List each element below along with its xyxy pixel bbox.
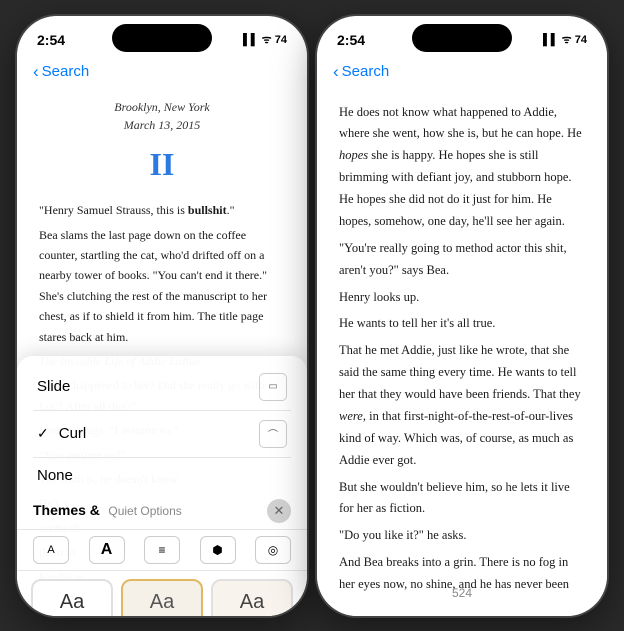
back-label-right: Search bbox=[342, 63, 390, 80]
chevron-right-icon: ‹ bbox=[333, 62, 339, 82]
font-bookmark-button[interactable]: ⬢ bbox=[200, 536, 236, 564]
slide-option-none[interactable]: None bbox=[33, 458, 291, 493]
book-location: Brooklyn, New York March 13, 2015 bbox=[39, 98, 285, 134]
nav-bar-left: ‹ Search bbox=[17, 54, 307, 90]
font-decrease-button[interactable]: A bbox=[33, 536, 69, 564]
check-icon: ✓ bbox=[37, 425, 49, 442]
font-list-button[interactable]: ≡ bbox=[144, 536, 180, 564]
rp-1: He does not know what happened to Addie,… bbox=[339, 102, 585, 233]
themes-subtitle: Quiet Options bbox=[108, 504, 181, 518]
back-label-left: Search bbox=[42, 63, 90, 80]
page-number: 524 bbox=[317, 586, 607, 600]
overlay-panel: Slide ▭ ✓ Curl ⌒ None bbox=[17, 356, 307, 616]
left-phone: 2:54 ▌▌ ᯤ 74 ‹ Search Brooklyn, New York… bbox=[17, 16, 307, 616]
right-phone: 2:54 ▌▌ ᯤ 74 ‹ Search He does not know w… bbox=[317, 16, 607, 616]
themes-header: Themes & Quiet Options ✕ bbox=[17, 493, 307, 530]
theme-original-aa: Aa bbox=[60, 591, 84, 614]
font-controls: A A ≡ ⬢ ◎ bbox=[17, 530, 307, 571]
rp-6: But she wouldn't believe him, so he lets… bbox=[339, 477, 585, 521]
none-label: None bbox=[37, 467, 73, 484]
slide-option-curl[interactable]: ✓ Curl ⌒ bbox=[33, 411, 291, 458]
book-content-right: He does not know what happened to Addie,… bbox=[317, 90, 607, 600]
slide-icon-slide: ▭ bbox=[259, 373, 287, 401]
nav-bar-right: ‹ Search bbox=[317, 54, 607, 90]
close-button[interactable]: ✕ bbox=[267, 499, 291, 523]
chapter-number: II bbox=[39, 138, 285, 191]
slide-icon-curl: ⌒ bbox=[259, 420, 287, 448]
font-increase-button[interactable]: A bbox=[89, 536, 125, 564]
back-button-right[interactable]: ‹ Search bbox=[333, 62, 389, 82]
dynamic-island-left bbox=[112, 24, 212, 52]
back-button-left[interactable]: ‹ Search bbox=[33, 62, 89, 82]
theme-original[interactable]: Aa Original bbox=[31, 579, 113, 616]
dynamic-island-right bbox=[412, 24, 512, 52]
themes-title: Themes & bbox=[33, 502, 100, 518]
font-eye-button[interactable]: ◎ bbox=[255, 536, 291, 564]
rp-7: "Do you like it?" he asks. bbox=[339, 525, 585, 547]
book-para-2: Bea slams the last page down on the coff… bbox=[39, 225, 285, 347]
chevron-left-icon: ‹ bbox=[33, 62, 39, 82]
theme-paper[interactable]: Aa Paper bbox=[211, 579, 293, 616]
book-para-1: "Henry Samuel Strauss, this is bullshit.… bbox=[39, 200, 285, 220]
rp-2: "You're really going to method actor thi… bbox=[339, 238, 585, 282]
status-icons-right: ▌▌ ᯤ 74 bbox=[543, 32, 587, 47]
theme-paper-aa: Aa bbox=[240, 591, 264, 614]
theme-quiet-aa: Aa bbox=[150, 591, 174, 614]
theme-grid: Aa Original Aa Quiet Aa Paper bbox=[17, 571, 307, 616]
time-right: 2:54 bbox=[337, 32, 365, 48]
rp-5: That he met Addie, just like he wrote, t… bbox=[339, 340, 585, 471]
rp-3: Henry looks up. bbox=[339, 287, 585, 309]
slide-menu: Slide ▭ ✓ Curl ⌒ None bbox=[17, 356, 307, 493]
status-icons-left: ▌▌ ᯤ 74 bbox=[243, 32, 287, 47]
phones-container: 2:54 ▌▌ ᯤ 74 ‹ Search Brooklyn, New York… bbox=[0, 0, 624, 631]
time-left: 2:54 bbox=[37, 32, 65, 48]
rp-4: He wants to tell her it's all true. bbox=[339, 313, 585, 335]
slide-option-slide[interactable]: Slide ▭ bbox=[33, 364, 291, 411]
theme-quiet[interactable]: Aa Quiet bbox=[121, 579, 203, 616]
book-header: Brooklyn, New York March 13, 2015 II bbox=[39, 98, 285, 191]
curl-label: Curl bbox=[59, 425, 87, 442]
slide-label: Slide bbox=[37, 378, 70, 395]
